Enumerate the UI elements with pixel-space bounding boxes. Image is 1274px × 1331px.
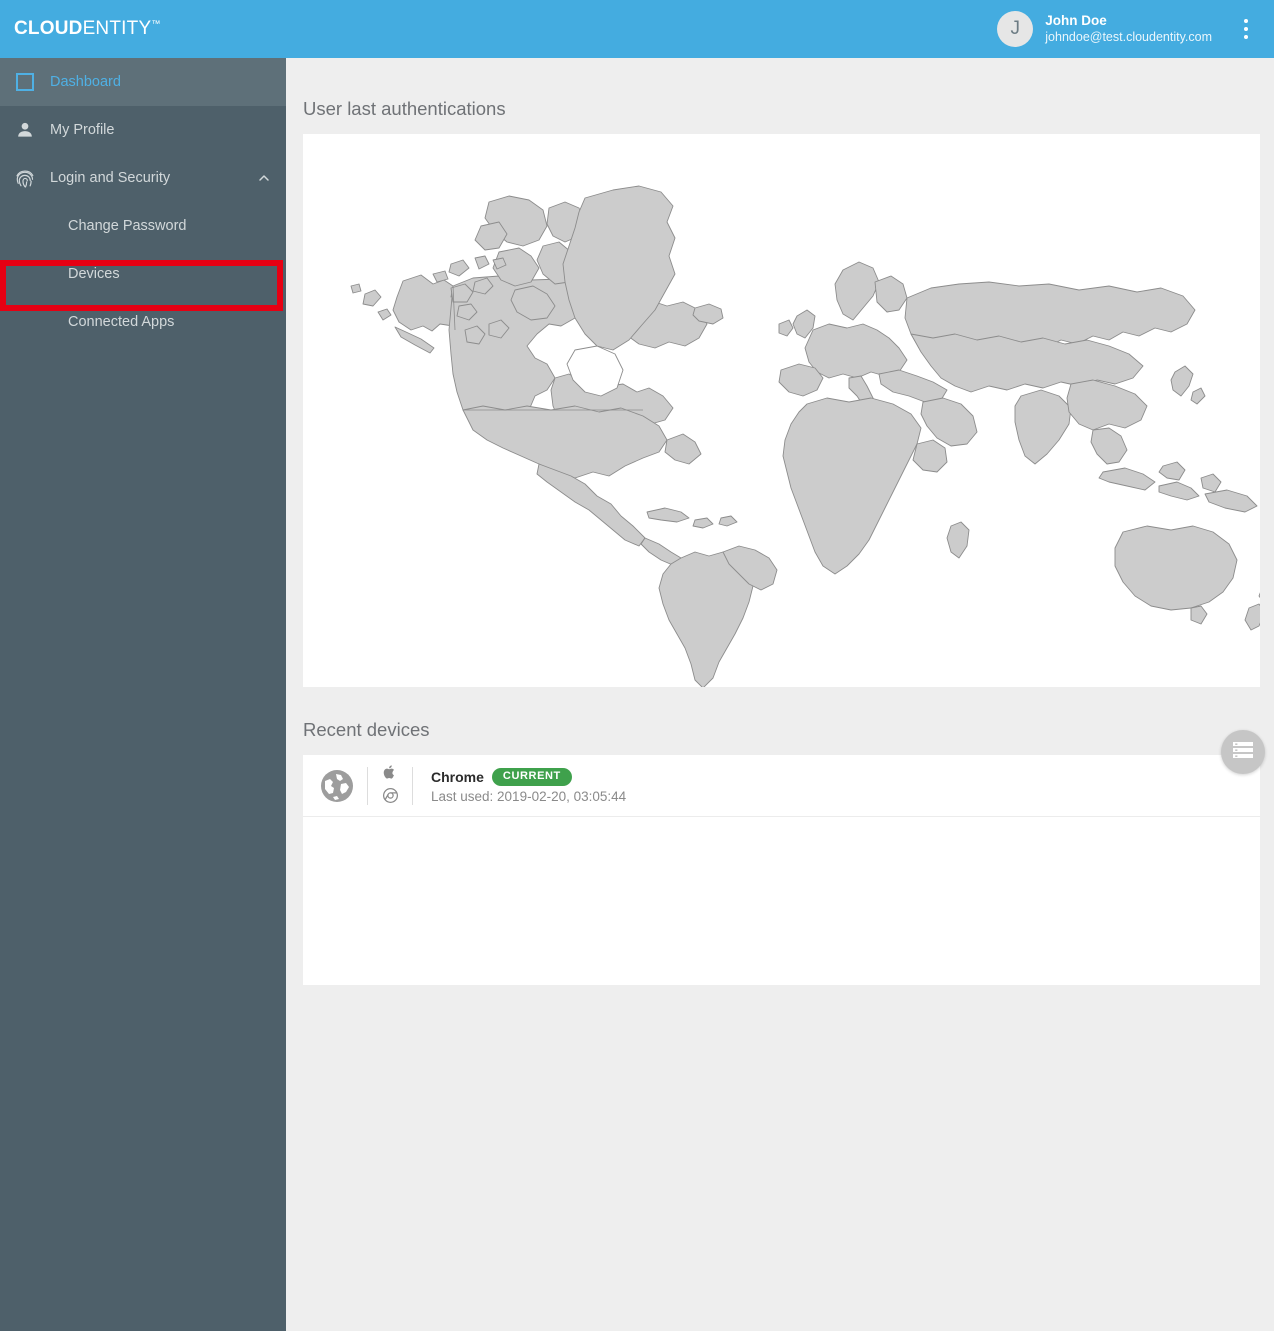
user-info: John Doe johndoe@test.cloudentity.com <box>1045 13 1212 46</box>
brand-logo[interactable]: CLOUDENTITY™ <box>14 18 161 40</box>
platform-icons <box>368 764 412 808</box>
sidebar-subitem-label: Connected Apps <box>68 314 175 330</box>
device-name: Chrome <box>431 768 484 785</box>
chevron-up-icon[interactable] <box>242 170 286 186</box>
globe-icon <box>319 768 355 804</box>
top-bar: CLOUDENTITY™ J John Doe johndoe@test.clo… <box>0 0 1274 58</box>
kebab-dot <box>1244 19 1248 23</box>
sidebar-item-label: Login and Security <box>50 170 171 186</box>
sidebar-item-devices[interactable]: Devices <box>0 250 286 298</box>
divider <box>412 766 413 805</box>
sidebar: Dashboard My Profile Login and Security … <box>0 58 286 1331</box>
dashboard-square-icon <box>0 73 50 91</box>
main-content: User last authentications Recent devices… <box>286 58 1274 1331</box>
user-name: John Doe <box>1045 12 1107 28</box>
brand-logo-light: ENTITY <box>82 18 152 39</box>
person-icon <box>0 120 50 140</box>
records-fab-button[interactable] <box>1221 730 1265 774</box>
world-map-card[interactable] <box>303 134 1260 687</box>
page-title-recent-devices: Recent devices <box>303 719 430 740</box>
apple-icon <box>383 764 397 785</box>
sidebar-item-dashboard[interactable]: Dashboard <box>0 58 286 106</box>
sidebar-item-change-password[interactable]: Change Password <box>0 202 286 250</box>
kebab-menu-icon[interactable] <box>1228 7 1264 51</box>
device-last-used: Last used: 2019-02-20, 03:05:44 <box>431 788 627 804</box>
kebab-dot <box>1244 27 1248 31</box>
kebab-dot <box>1244 35 1248 39</box>
sidebar-item-connected-apps[interactable]: Connected Apps <box>0 298 286 346</box>
recent-devices-card: Chrome CURRENT Last used: 2019-02-20, 03… <box>303 755 1260 985</box>
page-title-authentications: User last authentications <box>303 98 506 119</box>
top-bar-right: J John Doe johndoe@test.cloudentity.com <box>997 0 1274 58</box>
device-info: Chrome CURRENT Last used: 2019-02-20, 03… <box>431 767 627 804</box>
sidebar-item-label: My Profile <box>50 122 115 138</box>
app-root: CLOUDENTITY™ J John Doe johndoe@test.clo… <box>0 0 1274 1331</box>
sidebar-item-my-profile[interactable]: My Profile <box>0 106 286 154</box>
world-map-svg <box>303 134 1260 687</box>
sidebar-subitem-label: Devices <box>68 266 120 282</box>
fingerprint-icon <box>0 167 50 189</box>
device-header: Chrome CURRENT <box>431 767 626 786</box>
device-row[interactable]: Chrome CURRENT Last used: 2019-02-20, 03… <box>303 755 1260 817</box>
user-email: johndoe@test.cloudentity.com <box>1045 29 1212 44</box>
chrome-icon <box>382 787 398 808</box>
sidebar-item-login-and-security[interactable]: Login and Security <box>0 154 286 202</box>
brand-trademark-icon: ™ <box>151 18 161 29</box>
status-badge: CURRENT <box>491 767 572 786</box>
sidebar-item-label: Dashboard <box>50 74 121 90</box>
sidebar-subitem-label: Change Password <box>68 218 187 234</box>
avatar[interactable]: J <box>997 11 1034 47</box>
brand-logo-bold: CLOUD <box>14 18 83 39</box>
list-records-icon <box>1232 741 1254 764</box>
